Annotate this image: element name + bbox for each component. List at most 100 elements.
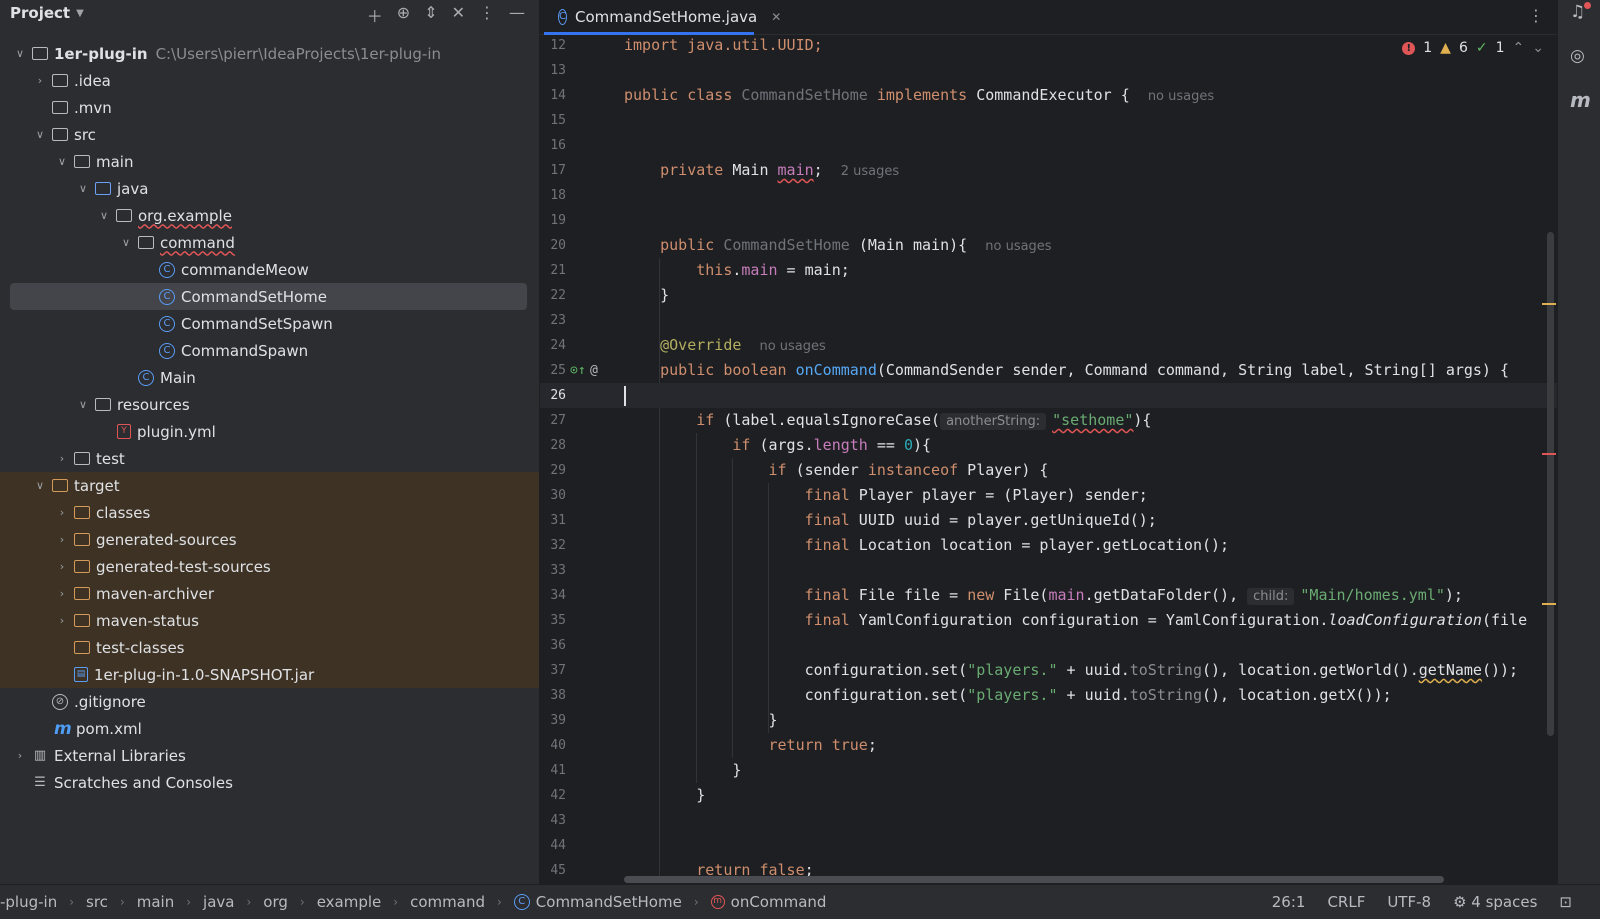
tree-item-org-example[interactable]: ∨ org.example bbox=[0, 202, 539, 229]
breadcrumb-command[interactable]: command bbox=[410, 893, 485, 911]
tree-item-main[interactable]: ∨ main bbox=[0, 148, 539, 175]
tree-item-jar[interactable]: ▤ 1er-plug-in-1.0-SNAPSHOT.jar bbox=[0, 661, 539, 688]
chevron-right-icon[interactable]: › bbox=[54, 452, 70, 465]
chevron-down-icon[interactable]: ∨ bbox=[75, 182, 91, 195]
ai-chat-icon[interactable]: ◎ bbox=[1570, 46, 1585, 66]
file-encoding[interactable]: UTF-8 bbox=[1387, 893, 1431, 911]
tree-item-classes[interactable]: › classes bbox=[0, 499, 539, 526]
more-options-icon[interactable]: ⋮ bbox=[1528, 6, 1544, 25]
error-stripe-marker[interactable] bbox=[1542, 453, 1556, 455]
chevron-down-icon[interactable]: ∨ bbox=[118, 236, 134, 249]
code-keyword: final bbox=[804, 486, 850, 504]
inspection-widget[interactable]: ! 1 ▲ 6 ✓ 1 ⌃ ⌄ bbox=[1402, 40, 1544, 56]
chevron-down-icon[interactable]: ∨ bbox=[32, 128, 48, 141]
tree-item-generated-sources[interactable]: › generated-sources bbox=[0, 526, 539, 553]
code-text: File( bbox=[994, 586, 1049, 604]
chevron-down-icon[interactable]: ∨ bbox=[32, 479, 48, 492]
tree-item-resources[interactable]: ∨ resources bbox=[0, 391, 539, 418]
breadcrumb-project[interactable]: -plug-in bbox=[0, 893, 57, 911]
tree-item-generated-test-sources[interactable]: › generated-test-sources bbox=[0, 553, 539, 580]
locate-icon[interactable]: ⊕ bbox=[397, 3, 410, 27]
tree-item-gitignore[interactable]: ⊘ .gitignore bbox=[0, 688, 539, 715]
tree-item-external-libraries[interactable]: › ▥ External Libraries bbox=[0, 742, 539, 769]
usages-hint[interactable]: 2 usages bbox=[841, 164, 899, 179]
warning-icon: ▲ bbox=[1440, 40, 1451, 56]
caret-position[interactable]: 26:1 bbox=[1272, 893, 1306, 911]
tree-item-command[interactable]: ∨ command bbox=[0, 229, 539, 256]
code-line: 13 bbox=[540, 58, 1558, 83]
lock-icon[interactable]: ⊡ bbox=[1559, 893, 1572, 911]
vertical-scrollbar[interactable] bbox=[1547, 232, 1554, 736]
tree-item-maven-archiver[interactable]: › maven-archiver bbox=[0, 580, 539, 607]
breadcrumb-src[interactable]: src bbox=[86, 893, 108, 911]
chevron-down-icon[interactable]: ∨ bbox=[12, 47, 28, 60]
chevron-down-icon[interactable]: ▼ bbox=[76, 8, 84, 19]
current-line: 26 bbox=[540, 383, 1558, 408]
code-method: onCommand bbox=[795, 361, 877, 379]
indent-icon: ⚙ bbox=[1453, 893, 1472, 911]
usages-hint[interactable]: no usages bbox=[1148, 89, 1214, 104]
tree-item-src[interactable]: ∨ src bbox=[0, 121, 539, 148]
tree-item-commandemeow[interactable]: C commandeMeow bbox=[0, 256, 539, 283]
chevron-right-icon[interactable]: › bbox=[54, 506, 70, 519]
folder-icon bbox=[52, 101, 68, 114]
tree-item-test[interactable]: › test bbox=[0, 445, 539, 472]
hide-panel-icon[interactable]: — bbox=[509, 3, 525, 27]
usages-hint[interactable]: no usages bbox=[759, 339, 825, 354]
new-file-icon[interactable]: ＋ bbox=[367, 3, 383, 27]
chevron-down-icon[interactable]: ⌄ bbox=[1532, 40, 1544, 56]
maven-tool-icon[interactable]: m bbox=[1570, 88, 1591, 112]
chevron-right-icon[interactable]: › bbox=[54, 560, 70, 573]
breadcrumb-main[interactable]: main bbox=[137, 893, 174, 911]
tree-item-root[interactable]: ∨ 1er-plug-in C:\Users\pierr\IdeaProject… bbox=[0, 40, 539, 67]
tree-item-pom[interactable]: m pom.xml bbox=[0, 715, 539, 742]
line-ending[interactable]: CRLF bbox=[1327, 893, 1365, 911]
tree-item-mvn[interactable]: .mvn bbox=[0, 94, 539, 121]
tree-item-plugin-yml[interactable]: Y plugin.yml bbox=[0, 418, 539, 445]
tree-item-label: classes bbox=[96, 503, 151, 522]
at-gutter-icon[interactable]: @ bbox=[590, 358, 598, 383]
breadcrumb-class[interactable]: CommandSetHome bbox=[536, 893, 682, 911]
code-line: 36 bbox=[540, 633, 1558, 658]
warning-stripe-marker[interactable] bbox=[1542, 303, 1556, 305]
collapse-all-icon[interactable]: ✕ bbox=[452, 3, 465, 27]
chevron-right-icon[interactable]: › bbox=[54, 587, 70, 600]
horizontal-scrollbar[interactable] bbox=[624, 876, 1444, 883]
code-text: YamlConfiguration configuration = YamlCo… bbox=[849, 611, 1329, 629]
tree-item-target[interactable]: ∨ target bbox=[0, 472, 539, 499]
tree-item-scratches[interactable]: ☰ Scratches and Consoles bbox=[0, 769, 539, 796]
tree-item-java[interactable]: ∨ java bbox=[0, 175, 539, 202]
project-title[interactable]: Project bbox=[10, 4, 70, 22]
chevron-right-icon: › bbox=[246, 895, 252, 909]
tab-commandsethome[interactable]: C CommandSetHome.java ✕ bbox=[544, 0, 781, 35]
chevron-down-icon[interactable]: ∨ bbox=[96, 209, 112, 222]
chevron-down-icon[interactable]: ∨ bbox=[54, 155, 70, 168]
tree-item-commandspawn[interactable]: C CommandSpawn bbox=[0, 337, 539, 364]
tree-item-main-class[interactable]: C Main bbox=[0, 364, 539, 391]
usages-hint[interactable]: no usages bbox=[985, 239, 1051, 254]
breadcrumb-org[interactable]: org bbox=[263, 893, 288, 911]
chevron-right-icon[interactable]: › bbox=[32, 74, 48, 87]
indent-setting[interactable]: ⚙ 4 spaces bbox=[1453, 893, 1537, 911]
chevron-up-icon[interactable]: ⌃ bbox=[1513, 40, 1525, 56]
override-gutter-icon[interactable]: ⊙↑ bbox=[570, 358, 586, 383]
chevron-right-icon[interactable]: › bbox=[54, 614, 70, 627]
tree-item-commandsethome[interactable]: C CommandSetHome bbox=[10, 283, 527, 310]
warning-stripe-marker[interactable] bbox=[1542, 603, 1556, 605]
breadcrumb-example[interactable]: example bbox=[317, 893, 382, 911]
close-icon[interactable]: ✕ bbox=[771, 10, 781, 24]
tree-item-maven-status[interactable]: › maven-status bbox=[0, 607, 539, 634]
expand-all-icon[interactable]: ⇕ bbox=[424, 3, 437, 27]
breadcrumb-method[interactable]: onCommand bbox=[731, 893, 827, 911]
tree-item-test-classes[interactable]: test-classes bbox=[0, 634, 539, 661]
code-area[interactable]: 12 import java.util.UUID; 13 14 public cla… bbox=[540, 33, 1558, 885]
chevron-right-icon[interactable]: › bbox=[12, 749, 28, 762]
more-options-icon[interactable]: ⋮ bbox=[479, 3, 495, 27]
bell-icon[interactable]: ♫ bbox=[1570, 2, 1585, 22]
breadcrumb-java[interactable]: java bbox=[203, 893, 234, 911]
tree-item-commandsetspawn[interactable]: C CommandSetSpawn bbox=[0, 310, 539, 337]
tree-item-idea[interactable]: › .idea bbox=[0, 67, 539, 94]
chevron-right-icon[interactable]: › bbox=[54, 533, 70, 546]
code-line: 19 bbox=[540, 208, 1558, 233]
chevron-down-icon[interactable]: ∨ bbox=[75, 398, 91, 411]
